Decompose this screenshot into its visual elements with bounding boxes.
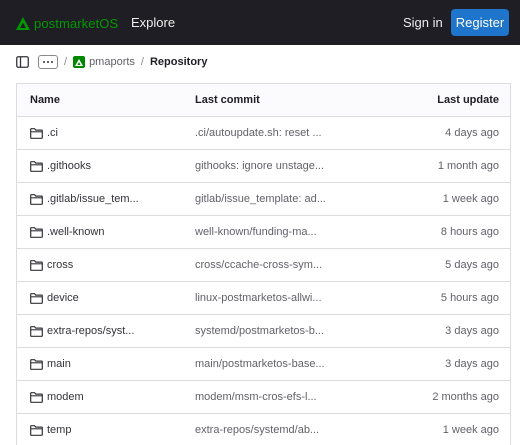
folder-name: main: [47, 358, 71, 370]
last-commit-link[interactable]: cross/ccache-cross-sym...: [195, 259, 322, 271]
folder-name-link[interactable]: temp: [30, 424, 71, 436]
folder-name-link[interactable]: .well-known: [30, 226, 104, 238]
last-update-time: 4 days ago: [445, 127, 499, 139]
folder-name-link[interactable]: .ci: [30, 127, 58, 139]
last-commit-link[interactable]: .ci/autoupdate.sh: reset ...: [195, 127, 322, 139]
folder-icon: [30, 358, 43, 370]
last-update-time: 5 days ago: [445, 259, 499, 271]
folder-name-link[interactable]: modem: [30, 391, 84, 403]
folder-name: .githooks: [47, 160, 92, 172]
breadcrumb-project-link[interactable]: pmaports: [89, 56, 135, 68]
folder-icon: [30, 127, 43, 139]
last-update-time: 1 week ago: [442, 424, 499, 436]
last-commit-link[interactable]: linux-postmarketos-allwi...: [195, 292, 322, 304]
last-update-time: 3 days ago: [445, 325, 499, 337]
last-update-time: 3 days ago: [445, 358, 499, 370]
last-commit-link[interactable]: extra-repos/systemd/ab...: [195, 424, 319, 436]
breadcrumb: / pmaports / Repository: [16, 53, 207, 71]
folder-name: temp: [47, 424, 72, 436]
folder-icon: [30, 424, 43, 436]
last-update-time: 2 months ago: [432, 391, 499, 403]
folder-name-link[interactable]: main: [30, 358, 71, 370]
register-button[interactable]: Register: [451, 9, 509, 36]
table-header: Name Last commit Last update: [17, 84, 510, 117]
breadcrumb-separator: /: [140, 56, 144, 68]
brand-logo-link[interactable]: postmarketOS: [16, 14, 118, 32]
last-update-time: 1 week ago: [442, 193, 499, 205]
sidebar-toggle-icon[interactable]: [16, 55, 30, 69]
folder-name-link[interactable]: device: [30, 292, 79, 304]
breadcrumb-separator: /: [64, 56, 68, 68]
folder-name: .well-known: [47, 226, 105, 238]
folder-name-link[interactable]: .githooks: [30, 160, 91, 172]
table-row[interactable]: modem modem/msm-cros-efs-l... 2 months a…: [17, 381, 510, 414]
folder-icon: [30, 226, 43, 238]
table-row[interactable]: .gitlab/issue_tem... gitlab/issue_templa…: [17, 183, 510, 216]
brand-name: postmarketOS: [34, 15, 119, 31]
folder-name-link[interactable]: cross: [30, 259, 73, 271]
last-update-time: 5 hours ago: [440, 292, 499, 304]
folder-icon: [30, 160, 43, 172]
folder-icon: [30, 325, 43, 337]
table-row[interactable]: cross cross/ccache-cross-sym... 5 days a…: [17, 249, 510, 282]
table-row[interactable]: temp extra-repos/systemd/ab... 1 week ag…: [17, 414, 510, 445]
last-commit-link[interactable]: main/postmarketos-base...: [195, 358, 325, 370]
breadcrumb-current[interactable]: Repository: [150, 56, 207, 68]
last-commit-link[interactable]: systemd/postmarketos-b...: [195, 325, 324, 337]
sign-in-link[interactable]: Sign in: [403, 15, 443, 30]
folder-icon: [30, 259, 43, 271]
last-commit-link[interactable]: githooks: ignore unstage...: [195, 160, 324, 172]
table-row[interactable]: main main/postmarketos-base... 3 days ag…: [17, 348, 510, 381]
last-commit-link[interactable]: modem/msm-cros-efs-l...: [195, 391, 317, 403]
folder-name-link[interactable]: extra-repos/syst...: [30, 325, 134, 337]
project-avatar-icon: [73, 56, 86, 68]
folder-name: modem: [47, 391, 84, 403]
file-tree-table: Name Last commit Last update .ci .ci/aut…: [16, 83, 511, 445]
folder-icon: [30, 193, 43, 205]
last-commit-link[interactable]: well-known/funding-ma...: [195, 226, 317, 238]
last-update-time: 8 hours ago: [440, 226, 499, 238]
column-header-name: Name: [30, 94, 60, 106]
table-row[interactable]: .ci .ci/autoupdate.sh: reset ... 4 days …: [17, 117, 510, 150]
table-row[interactable]: .githooks githooks: ignore unstage... 1 …: [17, 150, 510, 183]
table-row[interactable]: extra-repos/syst... systemd/postmarketos…: [17, 315, 510, 348]
table-row[interactable]: device linux-postmarketos-allwi... 5 hou…: [17, 282, 510, 315]
table-row[interactable]: .well-known well-known/funding-ma... 8 h…: [17, 216, 510, 249]
folder-name: .gitlab/issue_tem...: [47, 193, 139, 205]
folder-name-link[interactable]: .gitlab/issue_tem...: [30, 193, 139, 205]
last-commit-link[interactable]: gitlab/issue_template: ad...: [195, 193, 326, 205]
column-header-last-commit: Last commit: [195, 94, 260, 106]
folder-name: device: [47, 292, 79, 304]
top-navbar: postmarketOS Explore Sign in Register: [0, 0, 520, 45]
folder-icon: [30, 292, 43, 304]
breadcrumb-more-button[interactable]: [38, 55, 58, 69]
folder-icon: [30, 391, 43, 403]
last-update-time: 1 month ago: [437, 160, 499, 172]
explore-link[interactable]: Explore: [131, 15, 175, 30]
folder-name: cross: [47, 259, 74, 271]
folder-name: .ci: [47, 127, 58, 139]
folder-name: extra-repos/syst...: [47, 325, 135, 337]
postmarketos-logo-icon: [16, 16, 30, 30]
column-header-last-update: Last update: [437, 94, 499, 106]
table-body: .ci .ci/autoupdate.sh: reset ... 4 days …: [17, 117, 510, 445]
